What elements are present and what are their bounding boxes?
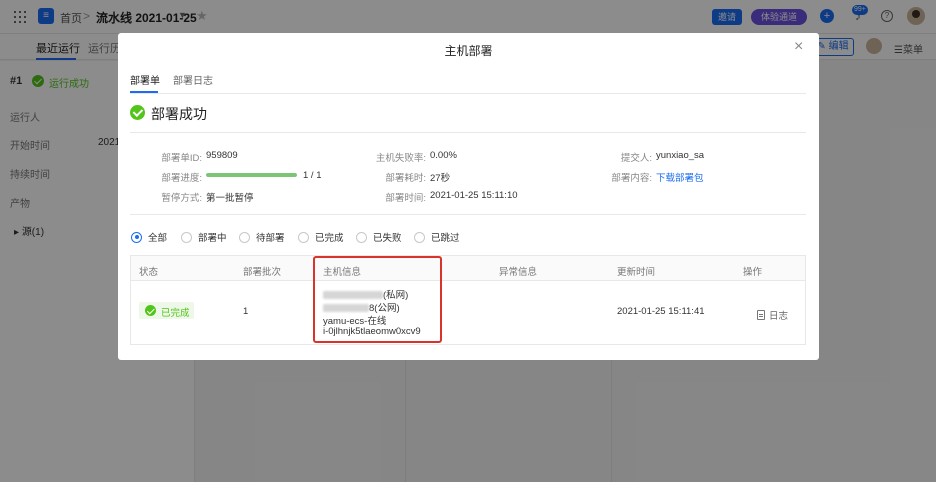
deploy-progress-bar <box>206 173 297 177</box>
deploy-progress-text: 1 / 1 <box>303 170 322 181</box>
status-text: 已完成 <box>161 308 190 319</box>
radio-selected[interactable] <box>131 231 142 243</box>
filter-label: 全部 <box>148 233 168 244</box>
deploy-time-label: 部署时间: <box>385 193 426 204</box>
tab-deploy-order[interactable]: 部署单 <box>130 72 160 87</box>
radio[interactable] <box>356 231 367 243</box>
host-fail-rate-value: 0.00% <box>430 150 457 161</box>
radio[interactable] <box>414 231 425 243</box>
submitter-value: yunxiao_sa <box>656 150 705 161</box>
divider <box>130 132 806 133</box>
modal-tabs: 部署单 部署日志 <box>118 67 819 93</box>
filter-label: 部署中 <box>198 233 227 244</box>
divider <box>130 214 806 215</box>
document-icon <box>757 310 765 320</box>
updated-time: 2021-01-25 15:11:41 <box>617 306 705 317</box>
deploy-id-value: 959809 <box>206 150 238 161</box>
tab-deploy-log[interactable]: 部署日志 <box>173 72 213 87</box>
deploy-duration-value: 27秒 <box>430 173 451 184</box>
col-error: 异常信息 <box>499 267 538 278</box>
filter-pending[interactable]: 待部署 <box>239 230 285 244</box>
col-status: 状态 <box>139 267 159 278</box>
filter-label: 已失败 <box>373 233 402 244</box>
progress-fill <box>206 173 297 177</box>
modal-title: 主机部署 <box>444 44 493 58</box>
col-updated: 更新时间 <box>617 267 656 278</box>
filter-skipped[interactable]: 已跳过 <box>414 230 460 244</box>
radio[interactable] <box>239 231 250 243</box>
status-badge: 已完成 <box>139 302 194 319</box>
close-icon[interactable]: × <box>794 39 803 55</box>
host-fail-rate-label: 主机失败率: <box>375 153 426 164</box>
check-circle-icon <box>145 305 156 316</box>
filter-deploying[interactable]: 部署中 <box>181 230 227 244</box>
deploy-progress-label: 部署进度: <box>161 173 202 184</box>
pause-mode-label: 暂停方式: <box>161 193 202 204</box>
pause-mode-value: 第一批暂停 <box>206 193 254 204</box>
download-package-link[interactable]: 下载部署包 <box>656 170 704 184</box>
host-table: 状态 部署批次 主机信息 异常信息 更新时间 操作 已完成 1 (私网) 8(公… <box>130 255 806 345</box>
filter-label: 已跳过 <box>431 233 460 244</box>
divider <box>130 93 806 94</box>
radio[interactable] <box>298 231 309 243</box>
deploy-time-value: 2021-01-25 15:11:10 <box>430 190 518 201</box>
filter-label: 待部署 <box>256 233 285 244</box>
radio[interactable] <box>181 231 192 243</box>
view-log-button[interactable]: 日志 <box>757 308 788 322</box>
filter-failed[interactable]: 已失败 <box>356 230 402 244</box>
log-label: 日志 <box>769 311 789 322</box>
host-deploy-modal: 主机部署 × 部署单 部署日志 部署成功 部署单ID: 959809 部署进度:… <box>118 33 819 360</box>
batch-value: 1 <box>243 306 249 317</box>
deploy-id-label: 部署单ID: <box>161 153 202 164</box>
filter-label: 已完成 <box>315 233 344 244</box>
submitter-label: 提交人: <box>620 153 652 164</box>
deploy-content-label: 部署内容: <box>611 173 652 184</box>
col-action: 操作 <box>743 267 763 278</box>
col-batch: 部署批次 <box>243 267 282 278</box>
host-info-highlight <box>313 256 442 343</box>
table-header: 状态 部署批次 主机信息 异常信息 更新时间 操作 <box>131 256 805 281</box>
filter-completed[interactable]: 已完成 <box>298 230 344 244</box>
deploy-result-title: 部署成功 <box>151 106 207 122</box>
deploy-duration-label: 部署耗时: <box>385 173 426 184</box>
check-circle-icon <box>130 105 145 120</box>
filter-all[interactable]: 全部 <box>131 230 167 244</box>
